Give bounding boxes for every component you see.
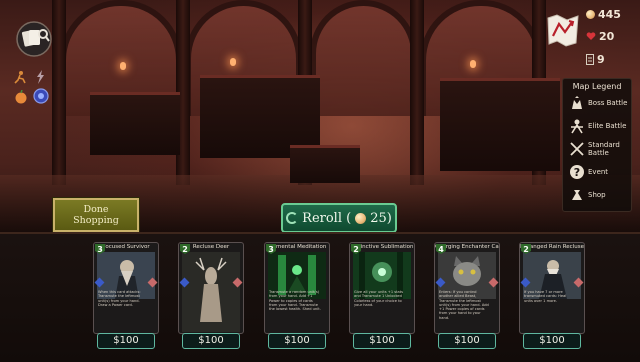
deck-value: 9 — [597, 53, 605, 66]
legend-item-elite: Elite Battle — [563, 114, 631, 137]
gold-value: 445 — [598, 8, 621, 21]
health-icon — [586, 32, 596, 40]
pillar — [410, 0, 424, 185]
lantern — [470, 60, 476, 68]
legend-item-boss: Boss Battle — [563, 91, 631, 114]
health-counter: 20 — [586, 30, 614, 43]
gold-coin-icon — [586, 10, 595, 19]
lantern — [230, 58, 236, 66]
bag-icon — [572, 189, 582, 200]
health-value: 20 — [599, 30, 615, 43]
deck-counter: 9 — [586, 53, 605, 66]
relic-bolt-icon[interactable] — [34, 70, 46, 84]
background-arch — [310, 0, 417, 116]
deck-view-icon[interactable] — [14, 20, 54, 58]
card-art-deer — [182, 252, 240, 332]
card-price-button[interactable]: $100 — [438, 333, 496, 349]
map-icon[interactable] — [545, 12, 581, 48]
shop-card[interactable]: Recluse Deer 2 — [178, 242, 244, 334]
elite-icon — [571, 119, 583, 133]
coin-icon — [355, 212, 367, 224]
shop-card[interactable]: Instinctive Sublimation 2 Give all your … — [349, 242, 415, 334]
reroll-button[interactable]: Reroll ( 25) — [281, 203, 397, 233]
card-price-button[interactable]: $100 — [268, 333, 326, 349]
gold-counter: 445 — [586, 8, 621, 21]
boss-icon — [572, 95, 582, 109]
market-table — [290, 145, 360, 183]
svg-text:?: ? — [574, 166, 580, 179]
swords-icon — [570, 141, 584, 156]
map-legend: Map Legend Boss Battle Elite Battle Stan… — [562, 78, 632, 212]
card-price-button[interactable]: $100 — [523, 333, 581, 349]
question-icon: ? — [570, 164, 584, 179]
deck-icon — [586, 54, 594, 65]
pillar — [52, 0, 66, 185]
lantern — [120, 62, 126, 70]
relic-orb-icon[interactable] — [33, 88, 49, 104]
card-price-button[interactable]: $100 — [182, 333, 240, 349]
legend-item-shop: Shop — [563, 183, 631, 206]
legend-item-event: ? Event — [563, 160, 631, 183]
card-price-button[interactable]: $100 — [353, 333, 411, 349]
market-stall — [90, 92, 180, 155]
card-price-button[interactable]: $100 — [97, 333, 155, 349]
relic-fruit-icon[interactable] — [14, 90, 28, 104]
legend-item-standard: Standard Battle — [563, 137, 631, 160]
shop-card[interactable]: Focused Survivor 3 When this card attack… — [93, 242, 159, 334]
shop-card[interactable]: Charging Enchanter Cat 4 Enters: If you … — [434, 242, 500, 334]
shop-card[interactable]: Deranged Rain Recluse 2 If you have 7 or… — [519, 242, 585, 334]
shop-card[interactable]: Elemental Meditation 3 Transmute a rando… — [264, 242, 330, 334]
relic-runner-icon[interactable] — [14, 70, 26, 84]
reroll-icon — [286, 212, 299, 224]
market-stall — [440, 78, 560, 171]
done-shopping-button[interactable]: Done Shopping — [53, 198, 139, 232]
legend-title: Map Legend — [572, 82, 622, 91]
